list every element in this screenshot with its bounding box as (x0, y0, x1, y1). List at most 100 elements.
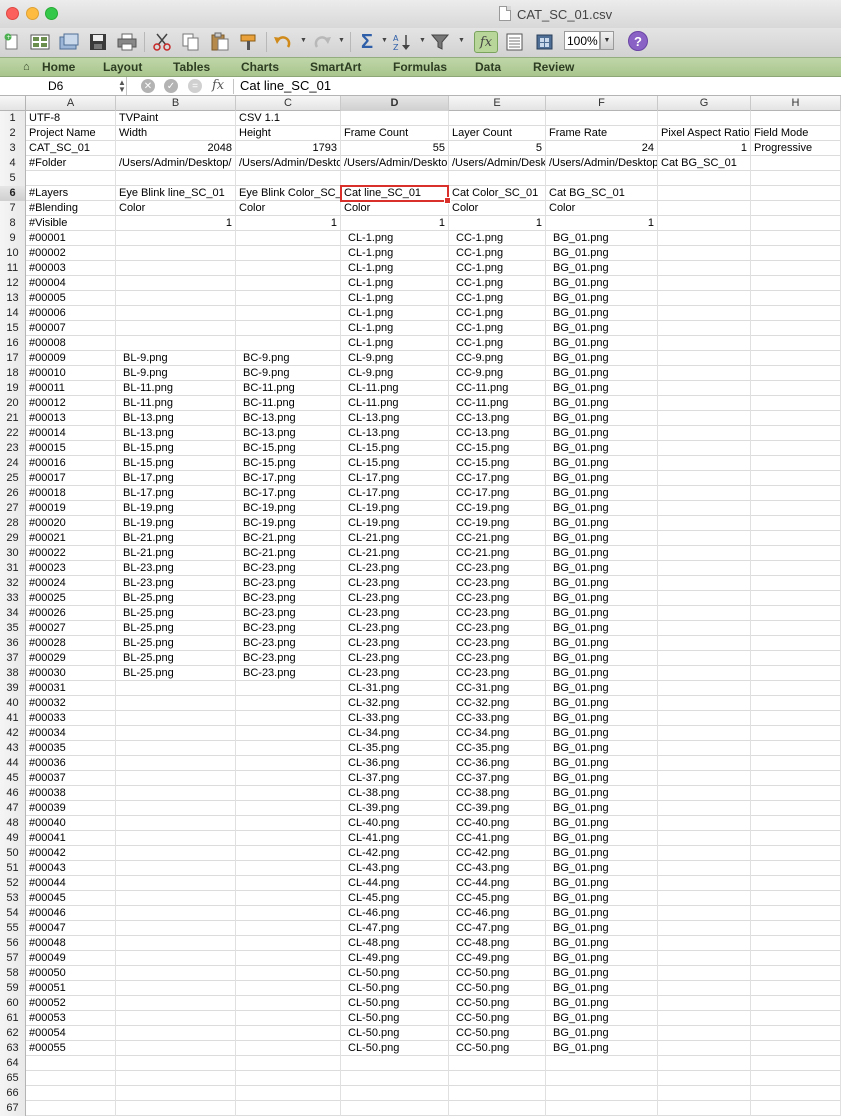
cell-g31[interactable] (658, 561, 751, 576)
cell-e55[interactable]: CC-47.png (449, 921, 546, 936)
cell-h34[interactable] (751, 606, 841, 621)
cell-g42[interactable] (658, 726, 751, 741)
row-header[interactable]: 27 (0, 501, 26, 516)
cell-c53[interactable] (236, 891, 341, 906)
cell-h57[interactable] (751, 951, 841, 966)
row-header[interactable]: 48 (0, 816, 26, 831)
cell-a13[interactable]: #00005 (26, 291, 116, 306)
cell-d9[interactable]: CL-1.png (341, 231, 449, 246)
cell-d31[interactable]: CL-23.png (341, 561, 449, 576)
cell-e29[interactable]: CC-21.png (449, 531, 546, 546)
cell-b6[interactable]: Eye Blink line_SC_01 (116, 186, 236, 201)
cell-h38[interactable] (751, 666, 841, 681)
cell-h8[interactable] (751, 216, 841, 231)
cell-b40[interactable] (116, 696, 236, 711)
cell-c41[interactable] (236, 711, 341, 726)
cell-g11[interactable] (658, 261, 751, 276)
cell-h52[interactable] (751, 876, 841, 891)
cell-g57[interactable] (658, 951, 751, 966)
cell-a10[interactable]: #00002 (26, 246, 116, 261)
cell-d35[interactable]: CL-23.png (341, 621, 449, 636)
cell-e35[interactable]: CC-23.png (449, 621, 546, 636)
cell-f25[interactable]: BG_01.png (546, 471, 658, 486)
cell-c65[interactable] (236, 1071, 341, 1086)
cell-h50[interactable] (751, 846, 841, 861)
row-header[interactable]: 47 (0, 801, 26, 816)
cell-d64[interactable] (341, 1056, 449, 1071)
cell-g54[interactable] (658, 906, 751, 921)
cell-f65[interactable] (546, 1071, 658, 1086)
cell-h33[interactable] (751, 591, 841, 606)
cell-g14[interactable] (658, 306, 751, 321)
cell-g37[interactable] (658, 651, 751, 666)
cell-d50[interactable]: CL-42.png (341, 846, 449, 861)
cell-g6[interactable] (658, 186, 751, 201)
cell-d38[interactable]: CL-23.png (341, 666, 449, 681)
cell-a45[interactable]: #00037 (26, 771, 116, 786)
cell-d54[interactable]: CL-46.png (341, 906, 449, 921)
cell-g43[interactable] (658, 741, 751, 756)
cell-d29[interactable]: CL-21.png (341, 531, 449, 546)
cell-e11[interactable]: CC-1.png (449, 261, 546, 276)
cell-b27[interactable]: BL-19.png (116, 501, 236, 516)
cell-f12[interactable]: BG_01.png (546, 276, 658, 291)
cell-a7[interactable]: #Blending (26, 201, 116, 216)
cell-h29[interactable] (751, 531, 841, 546)
gallery-icon[interactable] (533, 31, 557, 53)
cell-d13[interactable]: CL-1.png (341, 291, 449, 306)
cell-c30[interactable]: BC-21.png (236, 546, 341, 561)
cell-e48[interactable]: CC-40.png (449, 816, 546, 831)
cell-d57[interactable]: CL-49.png (341, 951, 449, 966)
cell-b32[interactable]: BL-23.png (116, 576, 236, 591)
cell-f56[interactable]: BG_01.png (546, 936, 658, 951)
cell-d24[interactable]: CL-15.png (341, 456, 449, 471)
cell-g20[interactable] (658, 396, 751, 411)
cell-c49[interactable] (236, 831, 341, 846)
cell-c29[interactable]: BC-21.png (236, 531, 341, 546)
cell-g1[interactable] (658, 111, 751, 126)
row-header[interactable]: 39 (0, 681, 26, 696)
autosum-dropdown-icon[interactable]: ▼ (381, 37, 388, 44)
cell-a53[interactable]: #00045 (26, 891, 116, 906)
tab-home[interactable]: Home (42, 60, 75, 74)
cell-f37[interactable]: BG_01.png (546, 651, 658, 666)
autosum-icon[interactable]: Σ (355, 31, 379, 53)
column-header-e[interactable]: E (449, 96, 546, 111)
cell-b49[interactable] (116, 831, 236, 846)
cell-g47[interactable] (658, 801, 751, 816)
cell-e9[interactable]: CC-1.png (449, 231, 546, 246)
cell-c12[interactable] (236, 276, 341, 291)
cell-h30[interactable] (751, 546, 841, 561)
cell-e52[interactable]: CC-44.png (449, 876, 546, 891)
row-header[interactable]: 61 (0, 1011, 26, 1026)
row-header[interactable]: 34 (0, 606, 26, 621)
cell-c39[interactable] (236, 681, 341, 696)
cell-a1[interactable]: UTF-8 (26, 111, 116, 126)
cell-e38[interactable]: CC-23.png (449, 666, 546, 681)
cell-e28[interactable]: CC-19.png (449, 516, 546, 531)
row-header[interactable]: 42 (0, 726, 26, 741)
cell-h4[interactable] (751, 156, 841, 171)
cell-a26[interactable]: #00018 (26, 486, 116, 501)
row-header[interactable]: 66 (0, 1086, 26, 1101)
sort-icon[interactable]: AZ (391, 31, 415, 53)
cell-h59[interactable] (751, 981, 841, 996)
row-header[interactable]: 9 (0, 231, 26, 246)
cell-e13[interactable]: CC-1.png (449, 291, 546, 306)
cell-h2[interactable]: Field Mode (751, 126, 841, 141)
cell-e1[interactable] (449, 111, 546, 126)
column-header-b[interactable]: B (116, 96, 236, 111)
cell-g62[interactable] (658, 1026, 751, 1041)
open-icon[interactable] (57, 31, 81, 53)
cell-f50[interactable]: BG_01.png (546, 846, 658, 861)
cell-e58[interactable]: CC-50.png (449, 966, 546, 981)
cell-h36[interactable] (751, 636, 841, 651)
row-header[interactable]: 31 (0, 561, 26, 576)
cell-c44[interactable] (236, 756, 341, 771)
cell-f31[interactable]: BG_01.png (546, 561, 658, 576)
cell-f7[interactable]: Color (546, 201, 658, 216)
insert-function-icon[interactable]: fx (212, 78, 224, 93)
cell-f53[interactable]: BG_01.png (546, 891, 658, 906)
row-header[interactable]: 11 (0, 261, 26, 276)
cell-a28[interactable]: #00020 (26, 516, 116, 531)
